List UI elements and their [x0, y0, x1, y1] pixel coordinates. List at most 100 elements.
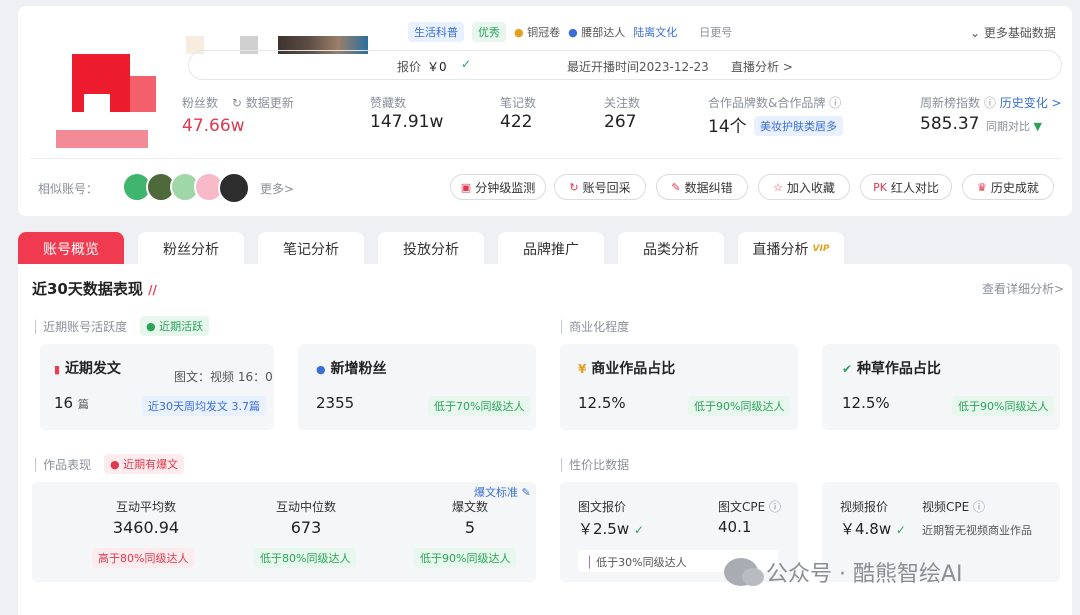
activity-label: │ 近期账号活跃度 [32, 320, 128, 334]
similar-avatars [122, 172, 252, 204]
history-achievement-button[interactable]: ♛ 历史成就 [962, 174, 1054, 200]
tab-category-analysis[interactable]: 品类分析 [618, 232, 724, 266]
commercial-share-title: ¥ 商业作品占比 [578, 361, 676, 377]
user-icon: ● [316, 363, 326, 376]
graphic-cpe-value: 40.1 [718, 518, 752, 536]
help-icon[interactable]: ⓘ [769, 500, 781, 514]
graphic-price-value: ￥2.5w ✓ [578, 520, 644, 538]
similar-label: 相似账号： [38, 182, 99, 196]
more-info-link[interactable]: ⌄ 更多基础数据 [970, 24, 1056, 41]
follow-label: 关注数 [604, 96, 641, 110]
tab-notes-analysis[interactable]: 笔记分析 [258, 232, 364, 266]
check-icon: ✓ [895, 523, 906, 537]
help-icon[interactable]: ⓘ [984, 96, 996, 110]
rank-compare[interactable]: 同期对比 ▼ [986, 118, 1042, 134]
recent-post-value: 16 篇 [54, 394, 89, 412]
video-cpe-label: 视频CPE ⓘ [922, 500, 986, 514]
value-label: │ 性价比数据 [558, 458, 630, 472]
rank-value: 585.37 [920, 114, 980, 134]
data-correct-button[interactable]: ✎ 数据纠错 [656, 174, 748, 200]
recent-post-card: ▮ 近期发文 图文：视频 16：0 16 篇 近30天周均发文 3.7篇 [40, 344, 274, 430]
edit-icon: ✎ [521, 486, 531, 499]
live-analysis-link[interactable]: 直播分析 > [731, 58, 793, 75]
sync-icon: ↻ [569, 180, 579, 194]
works-item-label: 互动平均数 [115, 500, 176, 514]
works-item-label: 互动中位数 [275, 500, 336, 514]
video-price-label: 视频报价 [840, 500, 889, 514]
brand-label: 合作品牌数&合作品牌 ⓘ [708, 96, 842, 110]
rank-history-link[interactable]: 历史变化 > [1000, 96, 1062, 110]
notes-value: 422 [500, 112, 533, 132]
level-tag: ● 腰部达人 [568, 26, 626, 39]
chevron-down-icon: ⌄ [970, 26, 981, 40]
category-tag[interactable]: 生活科普 [408, 22, 464, 42]
wechat-watermark: 公众号 · 酷熊智绘AI [724, 556, 963, 588]
works-item-label: 爆文数 [451, 500, 488, 514]
commercial-share-card: ¥ 商业作品占比 12.5% 低于90%同级达人 [560, 344, 798, 430]
rank-label: 周新榜指数 ⓘ 历史变化 > [920, 96, 1062, 110]
follow-value: 267 [604, 112, 637, 132]
quote-value: ￥0 [427, 60, 447, 74]
tab-delivery-analysis[interactable]: 投放分析 [378, 232, 484, 266]
add-favorite-button[interactable]: ☆ 加入收藏 [758, 174, 850, 200]
new-fans-tag: 低于70%同级达人 [428, 396, 531, 416]
compare-icon: PK [873, 180, 887, 194]
fans-label: 粉丝数 [182, 96, 219, 110]
tab-account-overview[interactable]: 账号概览 [18, 232, 124, 266]
tab-fans-analysis[interactable]: 粉丝分析 [138, 232, 244, 266]
works-tag: ● 近期有爆文 [104, 454, 185, 474]
quote-label: 报价 [397, 60, 422, 74]
brand-value: 14个 [708, 117, 747, 137]
help-icon[interactable]: ⓘ [829, 96, 841, 110]
seed-share-value: 12.5% [842, 394, 890, 412]
commercial-share-tag: 低于90%同级达人 [688, 396, 791, 416]
yen-icon: ¥ [578, 362, 587, 376]
video-price-value: ￥4.8w ✓ [840, 520, 906, 538]
last-live: 最近开播时间2023-12-23 [567, 60, 709, 74]
account-recollect-button[interactable]: ↻ 账号回采 [554, 174, 646, 200]
tab-live-analysis[interactable]: 直播分析 VIP [738, 232, 844, 266]
likes-value: 147.91w [370, 112, 444, 132]
star-icon: ☆ [773, 180, 783, 194]
minute-monitor-button[interactable]: ▣ 分钟级监测 [450, 174, 546, 200]
fans-value: 47.66w [182, 116, 245, 136]
tab-brand-promotion[interactable]: 品牌推广 [498, 232, 604, 266]
profile-card: 生活科普 优秀 ● 铜冠卷 ● 腰部达人 陆离文化 日更号 ⌄ 更多基础数据 报… [18, 6, 1072, 216]
notes-label: 笔记数 [500, 96, 537, 110]
works-item-tag: 低于80%同级达人 [254, 548, 357, 568]
seed-share-tag: 低于90%同级达人 [952, 396, 1055, 416]
works-item-value: 5 [464, 518, 476, 537]
sprout-icon: ✔ [842, 362, 853, 376]
new-fans-title: ● 新增粉丝 [316, 361, 387, 377]
new-fans-value: 2355 [316, 394, 355, 412]
wechat-icon [724, 558, 764, 586]
recent-post-title: ▮ 近期发文 [54, 361, 121, 377]
check-icon: ✓ [633, 523, 644, 537]
view-detail-link[interactable]: 查看详细分析> [982, 280, 1064, 297]
crown-icon: ● [514, 26, 524, 39]
weekly-post-tag: 近30天周均发文 3.7篇 [142, 396, 266, 416]
slash-icon: // [148, 283, 157, 297]
level-icon: ● [568, 26, 578, 39]
seed-share-title: ✔ 种草作品占比 [842, 361, 941, 377]
influencer-compare-button[interactable]: PK 红人对比 [860, 174, 952, 200]
agency-link[interactable]: 陆离文化 [633, 24, 677, 40]
brand-tag[interactable]: 美妆护肤类居多 [754, 116, 843, 136]
edit-icon: ✎ [671, 180, 681, 194]
quote-row: 报价 ￥0 ✓ 最近开播时间2023-12-23 直播分析 > [188, 50, 1062, 80]
divider [30, 158, 1060, 159]
fire-icon: ● [110, 458, 120, 471]
similar-avatar[interactable] [218, 172, 250, 204]
seed-share-card: ✔ 种草作品占比 12.5% 低于90%同级达人 [822, 344, 1060, 430]
data-update-button[interactable]: ↻ 数据更新 [232, 96, 294, 110]
works-item-value: 3460.94 [112, 518, 180, 537]
trophy-icon: ♛ [977, 180, 987, 194]
help-icon[interactable]: ⓘ [973, 500, 985, 514]
daily-update-label: 日更号 [699, 26, 733, 39]
monitor-icon: ▣ [460, 180, 472, 194]
new-fans-card: ● 新增粉丝 2355 低于70%同级达人 [298, 344, 536, 430]
avatar [56, 36, 166, 151]
quality-tag: 优秀 [472, 22, 506, 42]
post-ratio: 图文：视频 16：0 [174, 370, 273, 384]
similar-more-link[interactable]: 更多> [260, 180, 294, 197]
